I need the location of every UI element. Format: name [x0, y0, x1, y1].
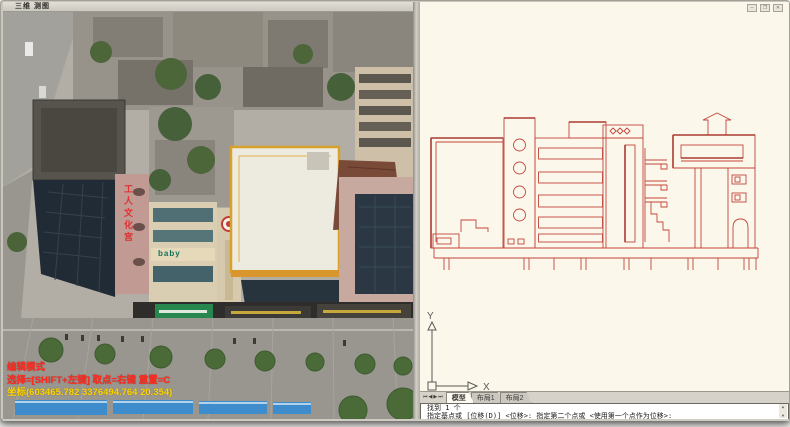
dark-glass-building: [33, 100, 125, 297]
app-window: 三维 测图: [0, 0, 790, 421]
restore-icon[interactable]: ❐: [760, 4, 770, 12]
cad-elevation-drawing: [426, 110, 762, 272]
aerial-photo-viewport[interactable]: 工人文化宫 baby 编辑模式 选择=[SHIFT+左键] 取点=右键 重置=C…: [3, 12, 413, 419]
cream-shop-building: [149, 202, 217, 317]
photo-pane: 三维 测图: [3, 2, 413, 419]
coordinate-readout: 坐标(603465.782 3376494.764 20.354): [7, 387, 172, 400]
window-bottom-frame: [3, 419, 789, 421]
viewport-overlay-text: 编辑模式 选择=[SHIFT+左键] 取点=右键 重置=C 坐标(603465.…: [7, 362, 172, 400]
layout-tabbar: ⏮ ◀ ▶ ⏭ 模型 布局1 布局2: [420, 391, 789, 403]
tab-model[interactable]: 模型: [446, 392, 474, 403]
tab-layout2[interactable]: 布局2: [500, 392, 532, 403]
aerial-photo: [3, 12, 413, 419]
cad-pane: ─ ❐ ✕: [420, 2, 789, 419]
building-vertical-sign: 工人文化宫: [123, 184, 133, 244]
white-roof: [231, 147, 339, 277]
pane-divider[interactable]: [413, 2, 420, 419]
ucs-y-label: Y: [427, 311, 434, 322]
tab-layout1[interactable]: 布局1: [471, 392, 503, 403]
tab-first-icon[interactable]: ⏮: [423, 393, 428, 402]
command-prompt-line: 指定基点或 [位移(D)] <位移>: 指定第二个点或 <使用第一个点作为位移>…: [427, 412, 778, 419]
scroll-up-icon[interactable]: ▲: [782, 404, 784, 409]
blue-canopies: [15, 400, 311, 415]
command-line-window[interactable]: 找到 1 个 指定基点或 [位移(D)] <位移>: 指定第二个点或 <使用第一…: [420, 403, 789, 419]
help-line: 选择=[SHIFT+左键] 取点=右键 重置=C: [7, 375, 172, 388]
cad-window-controls: ─ ❐ ✕: [747, 4, 783, 12]
scroll-down-icon[interactable]: ▼: [782, 413, 784, 418]
photo-pane-title: 三维 测图: [15, 3, 50, 10]
photo-pane-titlebar: 三维 测图: [3, 2, 413, 12]
tab-nav-buttons: ⏮ ◀ ▶ ⏭: [420, 393, 446, 403]
center-blocks: [149, 107, 234, 207]
tab-last-icon[interactable]: ⏭: [438, 393, 443, 402]
command-scrollbar: ▲ ▼: [779, 404, 787, 418]
command-history-line: 找到 1 个: [427, 404, 778, 412]
close-icon[interactable]: ✕: [773, 4, 783, 12]
tab-prev-icon[interactable]: ◀: [429, 393, 433, 402]
ucs-axis-icon: Y X: [422, 310, 497, 400]
edit-mode-line: 编辑模式: [7, 362, 172, 375]
minimize-icon[interactable]: ─: [747, 4, 757, 12]
tab-next-icon[interactable]: ▶: [433, 393, 437, 402]
cad-canvas[interactable]: Y X: [420, 14, 789, 391]
baby-shop-sign: baby: [158, 249, 181, 258]
